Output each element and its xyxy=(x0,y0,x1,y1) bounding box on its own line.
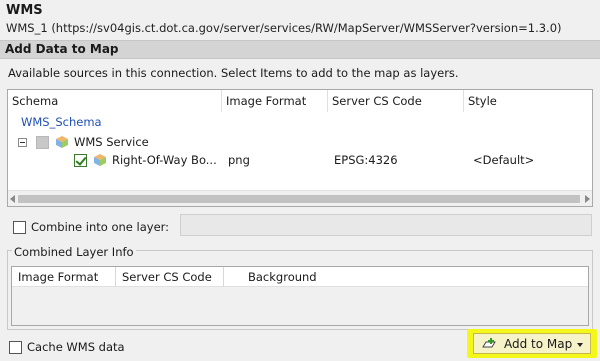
layer-style[interactable]: <Default> xyxy=(473,153,534,167)
instructions-text: Available sources in this connection. Se… xyxy=(8,66,459,80)
tree-node-schema[interactable]: WMS_Schema xyxy=(21,115,102,129)
combined-layer-info-grid[interactable]: Image Format Server CS Code Background xyxy=(11,266,589,326)
section-title: Add Data to Map xyxy=(5,42,119,56)
column-header-image-format[interactable]: Image Format xyxy=(222,90,328,112)
column-header-style[interactable]: Style xyxy=(464,90,592,112)
connection-url: WMS_1 (https://sv04gis.ct.dot.ca.gov/ser… xyxy=(6,21,562,35)
add-to-map-icon xyxy=(482,338,496,348)
column-header-image-format[interactable]: Image Format xyxy=(12,267,116,287)
add-to-map-button[interactable]: Add to Map xyxy=(473,333,591,354)
layer-checkbox[interactable] xyxy=(74,154,87,167)
scrollbar-thumb[interactable] xyxy=(18,195,580,203)
column-header-schema[interactable]: Schema xyxy=(8,90,222,112)
combined-layer-name-input[interactable] xyxy=(180,214,592,236)
horizontal-scrollbar[interactable] xyxy=(8,190,592,206)
cache-wms-checkbox[interactable] xyxy=(9,341,22,354)
tree-node-wms-service[interactable]: WMS Service xyxy=(74,135,149,149)
layer-image-format: png xyxy=(228,153,250,167)
service-checkbox[interactable] xyxy=(36,136,49,149)
combine-checkbox[interactable] xyxy=(13,221,26,234)
scroll-left-icon[interactable] xyxy=(10,195,15,203)
combine-label: Combine into one layer: xyxy=(31,220,170,234)
chevron-down-icon[interactable] xyxy=(577,343,583,347)
dialog-title: WMS xyxy=(6,3,43,18)
layer-icon xyxy=(94,154,106,166)
column-header-server-cs-code[interactable]: Server CS Code xyxy=(328,90,464,112)
layer-name[interactable]: Right-Of-Way Bo... xyxy=(112,153,217,167)
wms-service-icon xyxy=(56,136,68,148)
collapse-icon[interactable] xyxy=(18,138,27,147)
column-header-server-cs-code[interactable]: Server CS Code xyxy=(116,267,224,287)
add-to-map-label: Add to Map xyxy=(504,337,573,351)
cache-wms-label: Cache WMS data xyxy=(27,340,125,354)
add-to-map-highlight: Add to Map xyxy=(467,329,597,358)
combined-layer-info-legend: Combined Layer Info xyxy=(12,245,136,259)
column-header-background[interactable]: Background xyxy=(224,267,588,287)
scroll-right-icon[interactable] xyxy=(585,195,590,203)
layer-server-cs-code: EPSG:4326 xyxy=(334,153,398,167)
